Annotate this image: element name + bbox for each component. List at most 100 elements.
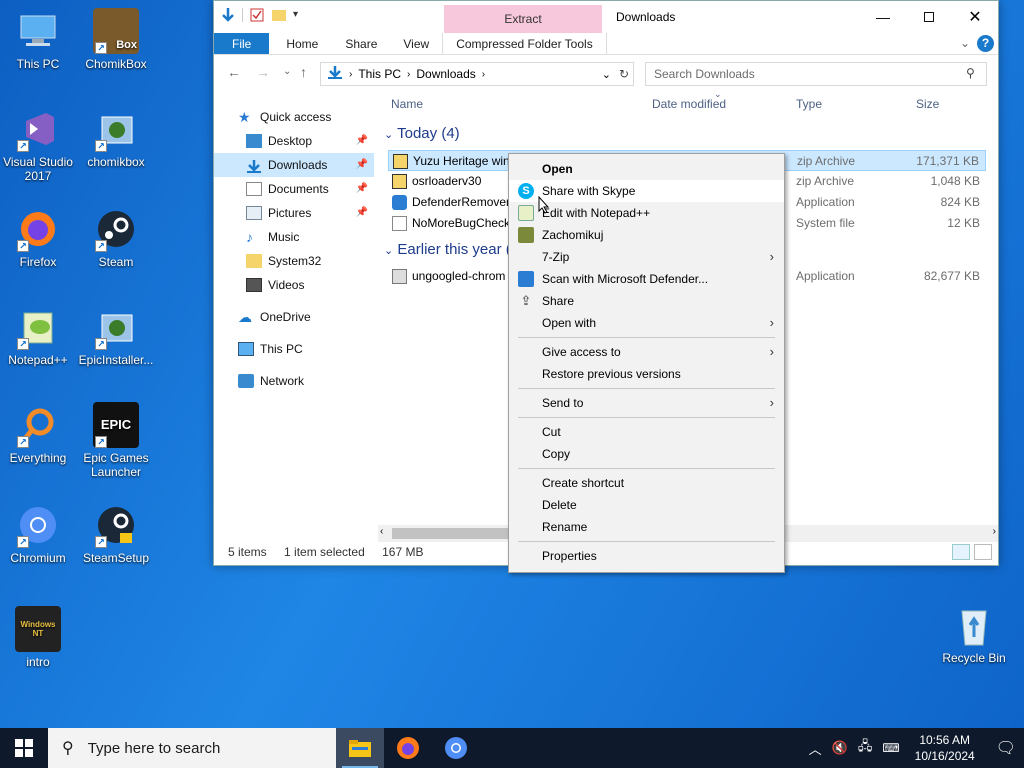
notifications-icon[interactable]: 🗨 — [996, 738, 1016, 758]
scroll-right-icon[interactable]: › — [993, 526, 996, 537]
tab-view[interactable]: View — [390, 33, 442, 54]
column-header-size[interactable]: Size — [916, 97, 939, 111]
desktop-icon-epic-games[interactable]: EPIC ↗ Epic Games Launcher — [78, 402, 154, 479]
customize-toolbar-icon[interactable]: ▾ — [293, 7, 303, 23]
details-view-icon[interactable] — [952, 544, 970, 560]
pin-icon[interactable]: 📌 — [356, 129, 368, 153]
desktop-icon-steam[interactable]: ↗ Steam — [78, 206, 154, 269]
desktop-icon-intro[interactable]: Windows NT intro — [0, 606, 76, 669]
menu-item-give-access-to[interactable]: Give access to › — [509, 341, 784, 363]
taskbar-chromium[interactable] — [432, 728, 480, 768]
minimize-button[interactable]: — — [860, 1, 906, 33]
chevron-down-icon[interactable]: ⌄ — [960, 36, 970, 50]
breadcrumb-downloads[interactable]: Downloads — [416, 67, 475, 81]
menu-item-send-to[interactable]: Send to › — [509, 392, 784, 414]
recent-locations-chevron-icon[interactable]: ⌄ — [283, 66, 291, 77]
large-icons-view-icon[interactable] — [974, 544, 992, 560]
scroll-left-icon[interactable]: ‹ — [380, 526, 383, 537]
menu-item-cut[interactable]: Cut — [509, 421, 784, 443]
menu-item-create-shortcut[interactable]: Create shortcut — [509, 472, 784, 494]
menu-item-label: Copy — [542, 447, 571, 461]
desktop-icon-everything[interactable]: ↗ Everything — [0, 402, 76, 465]
properties-icon[interactable] — [249, 7, 265, 23]
forward-arrow-icon[interactable]: → — [256, 64, 270, 80]
nav-videos[interactable]: Videos — [214, 273, 374, 297]
menu-item-scan-with-defender[interactable]: Scan with Microsoft Defender... — [509, 268, 784, 290]
file-name: Yuzu Heritage win — [413, 154, 510, 168]
menu-item-zachomikuj[interactable]: Zachomikuj — [509, 224, 784, 246]
menu-item-share[interactable]: ⇪ Share — [509, 290, 784, 312]
nav-system32[interactable]: System32 — [214, 249, 374, 273]
menu-item-share-with-skype[interactable]: S Share with Skype — [509, 180, 784, 202]
pin-icon[interactable]: 📌 — [356, 177, 368, 201]
desktop-icon-notepadpp[interactable]: ↗ Notepad++ — [0, 304, 76, 367]
desktop-icon-steam-setup[interactable]: ↗ SteamSetup — [78, 502, 154, 565]
nav-documents[interactable]: Documents 📌 — [214, 177, 374, 201]
pin-icon[interactable]: 📌 — [356, 201, 368, 225]
menu-item-edit-with-notepadpp[interactable]: Edit with Notepad++ — [509, 202, 784, 224]
desktop-icon-chomikbox-installer[interactable]: ↗ chomikbox — [78, 106, 154, 169]
help-icon[interactable]: ? — [977, 35, 994, 52]
shortcut-arrow-icon: ↗ — [17, 338, 29, 350]
start-button[interactable] — [0, 728, 48, 768]
taskbar-firefox[interactable] — [384, 728, 432, 768]
nav-onedrive[interactable]: ☁ OneDrive — [214, 305, 374, 329]
tab-home[interactable]: Home — [269, 33, 332, 54]
clock[interactable]: 10:56 AM 10/16/2024 — [910, 732, 980, 764]
refresh-icon[interactable]: ↻ — [619, 67, 629, 81]
scrollbar-thumb[interactable] — [392, 528, 512, 539]
group-header-today[interactable]: ⌄ Today (4) — [384, 125, 460, 142]
menu-item-copy[interactable]: Copy — [509, 443, 784, 465]
group-header-earlier-this-year[interactable]: ⌄ Earlier this year ( — [384, 241, 511, 258]
nav-this-pc[interactable]: This PC — [214, 337, 374, 361]
nav-quick-access[interactable]: ★ Quick access — [214, 105, 374, 129]
search-icon: ⚲ — [966, 66, 975, 80]
column-header-type[interactable]: Type — [796, 97, 822, 111]
tab-compressed-folder-tools[interactable]: Compressed Folder Tools — [442, 33, 607, 54]
volume-muted-icon[interactable]: 🔇 — [832, 740, 848, 756]
nav-network[interactable]: Network — [214, 369, 374, 393]
pin-icon[interactable]: 📌 — [356, 153, 368, 177]
notepadpp-icon: ↗ — [15, 304, 61, 350]
desktop-icon-visual-studio[interactable]: ↗ Visual Studio 2017 — [0, 106, 76, 183]
search-input[interactable]: Search Downloads — [645, 62, 987, 86]
nav-music[interactable]: ♪ Music — [214, 225, 374, 249]
desktop-icon-chromium[interactable]: ↗ Chromium — [0, 502, 76, 565]
menu-item-open[interactable]: Open — [509, 158, 784, 180]
new-folder-icon[interactable] — [271, 7, 287, 23]
desktop-icon-epic-installer[interactable]: ↗ EpicInstaller... — [78, 304, 154, 367]
menu-item-open-with[interactable]: Open with › — [509, 312, 784, 334]
nav-downloads[interactable]: Downloads 📌 — [214, 153, 374, 177]
firefox-icon: ↗ — [15, 206, 61, 252]
taskbar-search-input[interactable]: ⚲ Type here to search — [48, 728, 336, 768]
language-icon[interactable]: ⌨ — [882, 741, 899, 755]
breadcrumb-this-pc[interactable]: This PC — [358, 67, 401, 81]
show-hidden-icons-chevron-icon[interactable]: ︿ — [809, 739, 822, 758]
desktop-icon-this-pc[interactable]: This PC — [0, 8, 76, 71]
address-dropdown-icon[interactable]: ⌄ — [602, 68, 611, 81]
menu-item-7zip[interactable]: 7-Zip › — [509, 246, 784, 268]
nav-desktop[interactable]: Desktop 📌 — [214, 129, 374, 153]
nav-pictures[interactable]: Pictures 📌 — [214, 201, 374, 225]
maximize-button[interactable] — [906, 1, 952, 33]
network-icon[interactable]: 🖧 — [858, 737, 873, 759]
nav-label: Network — [260, 374, 305, 388]
desktop-icon-recycle-bin[interactable]: Recycle Bin — [936, 602, 1012, 665]
download-arrow-icon[interactable] — [220, 7, 236, 23]
desktop-icon-firefox[interactable]: ↗ Firefox — [0, 206, 76, 269]
menu-item-properties[interactable]: Properties — [509, 545, 784, 567]
column-header-name[interactable]: Name — [391, 97, 423, 111]
menu-item-delete[interactable]: Delete — [509, 494, 784, 516]
close-button[interactable]: ✕ — [952, 1, 998, 33]
back-arrow-icon[interactable]: ← — [227, 64, 241, 80]
desktop-icon-chomikbox[interactable]: Box ↗ ChomikBox — [78, 8, 154, 71]
menu-item-rename[interactable]: Rename — [509, 516, 784, 538]
tab-share[interactable]: Share — [332, 33, 390, 54]
up-arrow-icon[interactable]: ↑ — [300, 64, 307, 80]
menu-item-label: Send to — [542, 396, 584, 410]
view-buttons — [952, 544, 992, 560]
taskbar-file-explorer[interactable] — [336, 728, 384, 768]
tab-file[interactable]: File — [214, 33, 270, 54]
menu-item-restore-previous-versions[interactable]: Restore previous versions — [509, 363, 784, 385]
address-bar[interactable]: › This PC › Downloads › ⌄ ↻ — [320, 62, 634, 86]
